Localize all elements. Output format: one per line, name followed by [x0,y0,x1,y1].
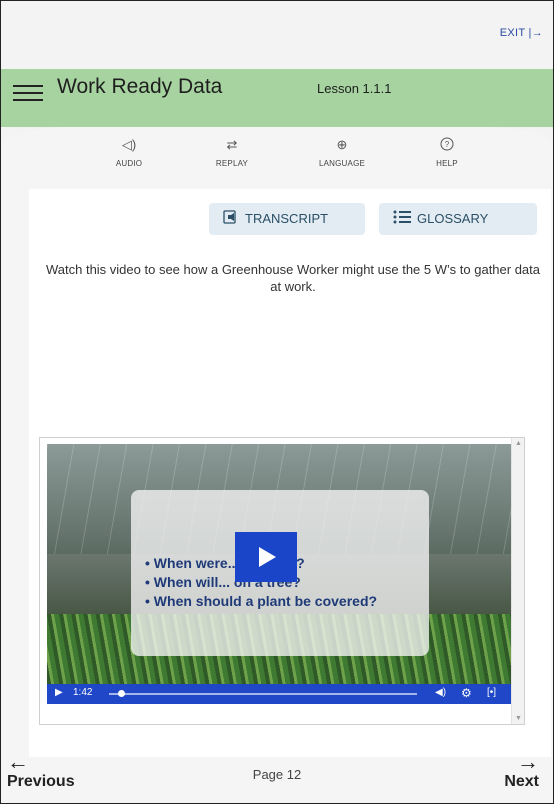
replay-icon: ⇄ [226,137,238,152]
progress-track[interactable] [109,693,417,695]
volume-icon[interactable]: ◀) [435,687,446,698]
menu-icon[interactable] [13,83,43,103]
glossary-button[interactable]: GLOSSARY [379,203,537,235]
language-button[interactable]: ⊕ LANGUAGE [297,137,387,168]
video-text-overlay: When were... watered? When will... on a … [131,490,429,656]
scroll-down-icon[interactable]: ▼ [515,715,522,722]
top-bar: EXIT |→ [1,1,553,69]
language-label: LANGUAGE [318,159,366,168]
audio-label: AUDIO [115,159,143,168]
question-item: When should a plant be covered? [145,592,377,611]
page-indicator: Page 12 [252,767,302,782]
content-area: ◁) AUDIO ⇄ REPLAY ⊕ LANGUAGE ? HELP TRAN… [1,127,553,803]
scrollbar[interactable]: ▲ ▼ [511,438,524,724]
next-button[interactable]: → Next [504,751,539,791]
progress-handle[interactable] [118,690,126,697]
app-frame: EXIT |→ Work Ready Data Lesson 1.1.1 ◁) … [0,0,554,804]
help-button[interactable]: ? HELP [402,137,492,168]
video-controls: ▶ 1:42 ◀) ⚙ [•] [47,684,513,704]
scroll-up-icon[interactable]: ▲ [515,440,522,447]
settings-icon[interactable]: ⚙ [461,686,472,700]
glossary-label: GLOSSARY [417,211,489,226]
exit-button[interactable]: EXIT |→ [500,27,543,39]
audio-button[interactable]: ◁) AUDIO [84,137,174,168]
lesson-label: Lesson 1.1.1 [317,81,392,96]
transcript-label: TRANSCRIPT [245,211,329,226]
video-time: 1:42 [73,687,93,698]
arrow-right-icon: → [517,749,539,774]
instruction-text: Watch this video to see how a Greenhouse… [45,262,541,294]
play-icon[interactable]: ▶ [55,687,63,698]
lesson-panel: TRANSCRIPT GLOSSARY Watch this video to … [29,189,551,757]
list-icon [393,204,411,236]
video-container: When were... watered? When will... on a … [39,437,525,725]
transcript-button[interactable]: TRANSCRIPT [209,203,365,235]
globe-icon: ⊕ [336,137,348,152]
footer-nav: ← Previous Page 12 → Next [1,741,553,803]
next-label: Next [504,773,539,790]
toolbar: ◁) AUDIO ⇄ REPLAY ⊕ LANGUAGE ? HELP [1,127,553,187]
play-button[interactable] [235,532,297,582]
fullscreen-icon[interactable]: [•] [487,687,496,698]
help-label: HELP [436,159,458,168]
transcript-icon [223,204,239,236]
speaker-icon: ◁) [121,137,137,152]
svg-text:?: ? [445,140,450,149]
play-icon [259,547,276,567]
replay-label: REPLAY [215,159,249,168]
help-icon: ? [402,137,492,159]
app-title: Work Ready Data [57,75,223,98]
replay-button[interactable]: ⇄ REPLAY [187,137,277,168]
video-player[interactable]: When were... watered? When will... on a … [47,444,513,704]
